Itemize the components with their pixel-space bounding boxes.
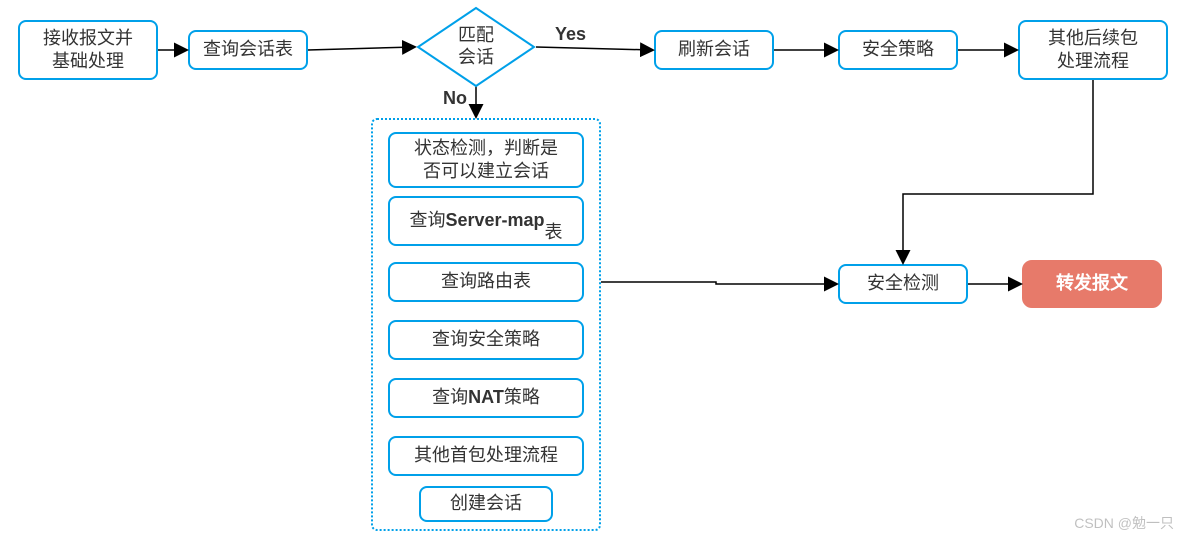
watermark: CSDN @勉一只	[1074, 513, 1174, 533]
node-query-session-table: 查询会话表	[188, 30, 308, 70]
node-create-session: 创建会话	[419, 486, 553, 522]
node-forward-packet: 转发报文	[1022, 260, 1162, 308]
node-refresh-session: 刷新会话	[654, 30, 774, 70]
node-query-sec-policy: 查询安全策略	[388, 320, 584, 360]
node-state-check: 状态检测，判断是否可以建立会话	[388, 132, 584, 188]
node-query-nat: 查询NAT策略	[388, 378, 584, 418]
node-receive-packet: 接收报文并基础处理	[18, 20, 158, 80]
node-query-route: 查询路由表	[388, 262, 584, 302]
node-match-session-decision: 匹配会话	[416, 6, 536, 88]
node-other-followup: 其他后续包处理流程	[1018, 20, 1168, 80]
node-security-check: 安全检测	[838, 264, 968, 304]
node-security-policy: 安全策略	[838, 30, 958, 70]
node-other-first-packet: 其他首包处理流程	[388, 436, 584, 476]
node-server-map: 查询Server-map表	[388, 196, 584, 246]
label-no: No	[443, 88, 467, 109]
match-session-label: 匹配会话	[458, 25, 494, 68]
label-yes: Yes	[555, 24, 586, 45]
